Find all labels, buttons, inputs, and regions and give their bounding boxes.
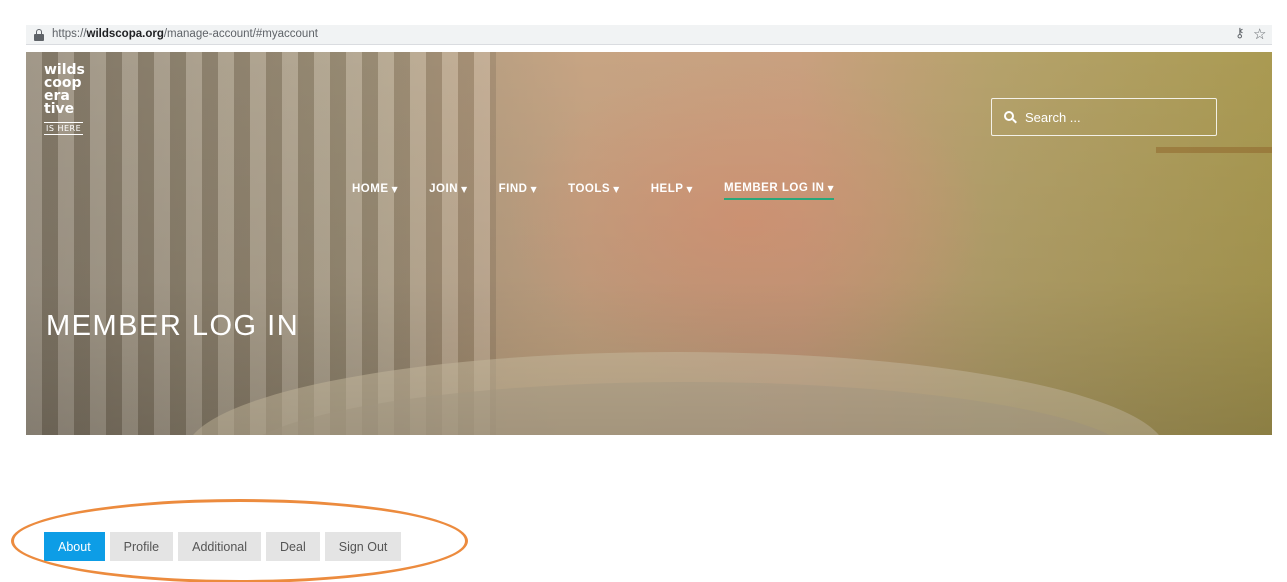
nav-item-join[interactable]: JOIN ▼: [429, 183, 468, 199]
star-icon[interactable]: ☆: [1253, 25, 1266, 43]
chevron-down-icon: ▼: [530, 184, 538, 194]
nav-item-label: FIND: [498, 183, 528, 195]
search-placeholder: Search ...: [1025, 109, 1081, 125]
tab-about[interactable]: About: [44, 532, 105, 561]
search-icon: [1004, 110, 1017, 124]
hero-banner: wilds coop era tive IS HERE Search ... H…: [26, 52, 1272, 435]
tab-profile[interactable]: Profile: [109, 532, 174, 561]
url-text[interactable]: https://wildscopa.org/manage-account/#my…: [52, 28, 318, 40]
nav-item-label: HOME: [352, 183, 389, 195]
search-input[interactable]: Search ...: [991, 98, 1217, 136]
lock-icon: [34, 29, 44, 41]
nav-item-label: HELP: [650, 183, 684, 195]
url-scheme: https://: [52, 28, 87, 40]
url-host: wildscopa.org: [86, 28, 164, 40]
nav-item-tools[interactable]: TOOLS ▼: [568, 183, 620, 199]
nav-item-help[interactable]: HELP ▼: [651, 183, 693, 199]
chevron-down-icon: ▼: [461, 184, 468, 194]
key-icon[interactable]: ⚷: [1235, 26, 1245, 41]
main-nav: HOME ▼ JOIN ▼ FIND ▼ TOOLS ▼ HELP ▼ MEMBER LO…: [352, 182, 865, 200]
logo-line: tive: [44, 101, 75, 117]
nav-item-label: TOOLS: [568, 183, 611, 195]
nav-item-member-log-in[interactable]: MEMBER LOG IN ▼: [724, 182, 835, 200]
chevron-down-icon: ▼: [613, 184, 620, 194]
page-title: MEMBER LOG IN: [46, 310, 300, 342]
chevron-down-icon: ▼: [686, 184, 694, 194]
tab-additional[interactable]: Additional: [178, 532, 262, 561]
nav-item-label: MEMBER LOG IN: [724, 182, 825, 194]
url-path: /manage-account/#myaccount: [163, 28, 318, 40]
address-bar[interactable]: https://wildscopa.org/manage-account/#my…: [26, 25, 1272, 45]
account-tabs: About Profile Additional Deal Sign Out: [44, 532, 406, 561]
chevron-down-icon: ▼: [827, 183, 835, 193]
logo-tagline: IS HERE: [44, 122, 84, 135]
nav-item-find[interactable]: FIND ▼: [499, 183, 538, 199]
site-logo[interactable]: wilds coop era tive IS HERE: [44, 63, 96, 166]
tab-sign-out[interactable]: Sign Out: [324, 532, 402, 561]
chevron-down-icon: ▼: [391, 184, 399, 194]
tab-deal[interactable]: Deal: [266, 532, 320, 561]
nav-item-label: JOIN: [429, 183, 458, 195]
nav-item-home[interactable]: HOME ▼: [352, 183, 398, 199]
